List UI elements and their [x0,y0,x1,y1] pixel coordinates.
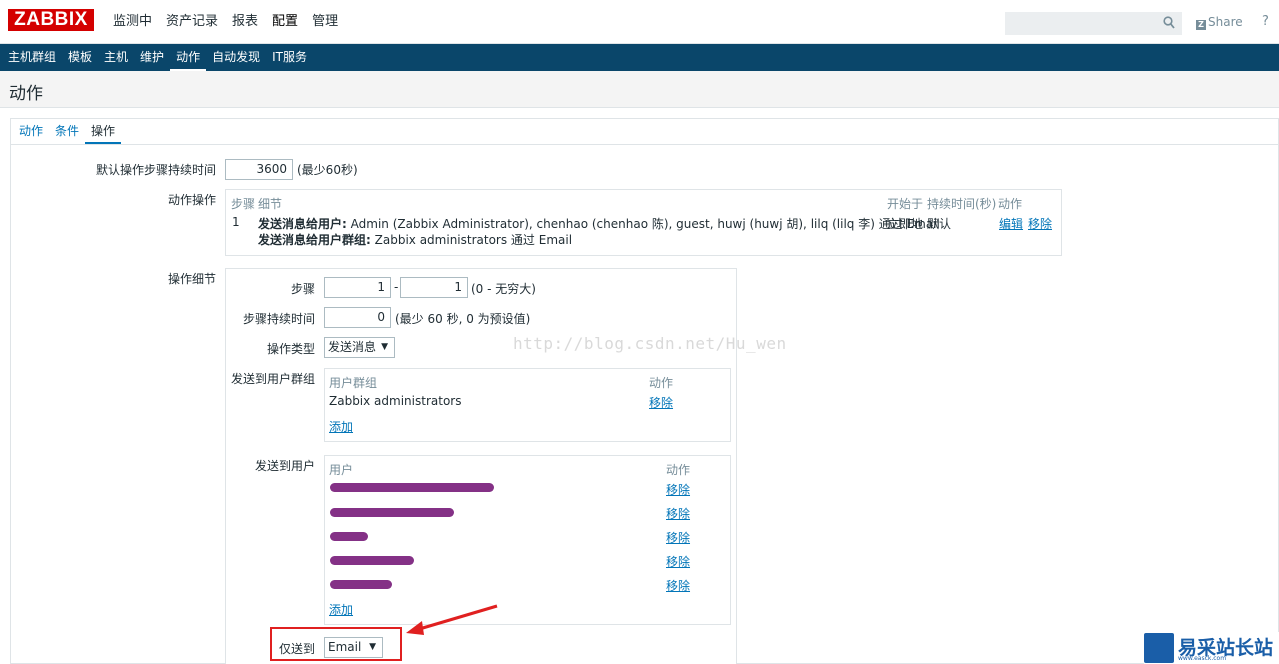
submenu-actions[interactable]: 动作 [170,44,207,71]
users-add-link[interactable]: 添加 [329,601,353,618]
submenu-maintenance[interactable]: 维护 [134,44,170,71]
main-menu: 监测中 资产记录 报表 配置 管理 [106,0,345,44]
sub-menu: 主机群组 模板 主机 维护 动作 自动发现 IT服务 [0,44,1279,71]
operation-detail-users-text: Admin (Zabbix Administrator), chenhao (c… [350,217,940,231]
default-step-duration-label: 默认操作步骤持续时间 [95,163,216,177]
operation-detail-users: 发送消息给用户: Admin (Zabbix Administrator), c… [258,215,940,232]
col-duration: 持续时间(秒) [927,197,997,211]
group-name: Zabbix administrators [329,394,462,408]
tab-operations[interactable]: 操作 [85,119,122,144]
highlight-box [270,627,402,661]
annotation-arrow-icon [406,604,498,635]
groups-col-name: 用户群组 [329,376,378,390]
share-label: Share [1208,15,1243,29]
operation-start-in: 立即地 [887,217,924,231]
submenu-hosts[interactable]: 主机 [98,44,134,71]
user-remove-link[interactable]: 移除 [666,481,690,498]
menu-reports[interactable]: 报表 [225,0,265,44]
operation-step: 1 [232,215,240,229]
user-remove-link[interactable]: 移除 [666,505,690,522]
col-action: 动作 [998,197,1023,211]
top-header: ZABBIX 监测中 资产记录 报表 配置 管理 Z Share ? [0,0,1279,44]
redacted-user-name [330,483,494,492]
site-badge-subtitle: www.easck.com [1178,655,1227,662]
groups-col-action: 动作 [649,376,674,390]
operation-detail-groups-text: Zabbix administrators 通过 Email [374,233,573,247]
col-details: 细节 [258,197,283,211]
page-title: 动作 [9,84,43,104]
zabbix-logo[interactable]: ZABBIX [8,9,94,31]
search-icon[interactable] [1163,16,1175,30]
step-duration-hint: (最少 60 秒, 0 为预设值) [395,312,531,326]
site-logo-icon [1144,633,1174,663]
default-step-duration-input[interactable]: 3600 [225,159,293,180]
operation-edit-link[interactable]: 编辑 [999,215,1023,232]
operation-type-value: 发送消息 [328,340,377,354]
menu-configuration[interactable]: 配置 [265,0,305,44]
share-button[interactable]: Z Share [1196,15,1243,30]
col-start-in: 开始于 [887,197,924,211]
step-from-input[interactable]: 1 [324,277,391,298]
default-step-duration-hint: (最少60秒) [297,163,358,177]
dropdown-arrow-icon: ▼ [381,342,388,352]
operation-detail-groups: 发送消息给用户群组: Zabbix administrators 通过 Emai… [258,231,572,248]
menu-monitoring[interactable]: 监测中 [106,0,159,44]
step-duration-input[interactable]: 0 [324,307,391,328]
search-box [1005,12,1182,35]
tab-bar: 动作 条件 操作 [11,119,1278,145]
menu-inventory[interactable]: 资产记录 [159,0,225,44]
group-remove-link[interactable]: 移除 [649,394,673,411]
groups-add-link[interactable]: 添加 [329,418,353,435]
operation-detail-users-title: 发送消息给用户: [258,217,347,231]
tab-conditions[interactable]: 条件 [49,119,85,144]
submenu-host-groups[interactable]: 主机群组 [2,44,62,71]
step-to-input[interactable]: 1 [400,277,468,298]
operation-details-label: 操作细节 [167,272,216,286]
operation-remove-link[interactable]: 移除 [1028,215,1052,232]
redacted-user-name [330,532,368,541]
site-badge: 易采站长站 www.easck.com [1144,632,1279,664]
submenu-it-services[interactable]: IT服务 [266,44,313,71]
submenu-discovery[interactable]: 自动发现 [206,44,266,71]
redacted-user-name [330,580,392,589]
send-to-groups-label: 发送到用户群组 [230,372,315,386]
watermark-text: http://blog.csdn.net/Hu_wen [513,334,787,353]
operations-label: 动作操作 [167,193,216,207]
search-input[interactable] [1006,13,1156,34]
users-col-action: 动作 [666,463,691,477]
redacted-user-name [330,508,454,517]
zabbix-share-icon: Z [1196,20,1206,30]
user-remove-link[interactable]: 移除 [666,577,690,594]
operation-duration: 默认 [927,217,952,231]
col-steps: 步骤 [231,197,256,211]
user-remove-link[interactable]: 移除 [666,553,690,570]
users-col-name: 用户 [329,463,354,477]
tab-action[interactable]: 动作 [13,119,49,144]
submenu-templates[interactable]: 模板 [62,44,98,71]
step-label: 步骤 [290,282,315,296]
send-to-users-label: 发送到用户 [254,459,315,473]
help-button[interactable]: ? [1262,14,1269,29]
user-remove-link[interactable]: 移除 [666,529,690,546]
operation-detail-groups-title: 发送消息给用户群组: [258,233,371,247]
redacted-user-name [330,556,414,565]
page-header: 动作 [0,71,1279,108]
step-duration-label: 步骤持续时间 [242,312,315,326]
operation-type-select[interactable]: 发送消息 ▼ [324,337,395,358]
step-dash: - [394,280,399,294]
menu-administration[interactable]: 管理 [305,0,345,44]
step-hint: (0 - 无穷大) [471,282,536,296]
operation-type-label: 操作类型 [266,342,315,356]
